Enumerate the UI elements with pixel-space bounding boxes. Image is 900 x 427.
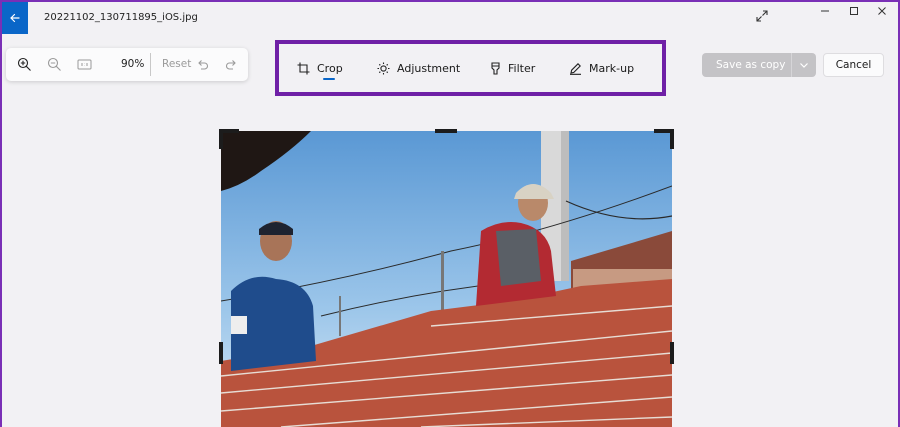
cancel-button[interactable]: Cancel [823, 53, 884, 77]
crop-handle-top-center[interactable] [435, 129, 457, 133]
zoom-toolbar: 90% Reset [6, 48, 248, 81]
crop-handle-top-left-v[interactable] [219, 129, 223, 149]
tab-selected-indicator [323, 78, 335, 80]
tab-filter-label: Filter [508, 61, 536, 75]
tab-crop-label: Crop [317, 61, 343, 75]
maximize-icon [850, 7, 858, 15]
zoom-in-button[interactable] [16, 56, 32, 72]
toolbar-divider [150, 53, 151, 76]
reset-button[interactable]: Reset [162, 58, 191, 70]
actual-size-icon [77, 59, 91, 69]
undo-button[interactable] [194, 56, 210, 72]
tab-markup-label: Mark-up [589, 61, 635, 75]
tab-adjustment[interactable]: Adjustment [377, 58, 460, 78]
tab-crop[interactable]: Crop [297, 58, 343, 78]
minimize-button[interactable] [816, 4, 834, 18]
fullscreen-button[interactable] [753, 9, 771, 23]
save-as-copy-label: Save as copy [716, 59, 786, 71]
pen-icon [570, 62, 581, 75]
crop-handle-middle-right[interactable] [670, 342, 674, 364]
zoom-level[interactable]: 90% [121, 58, 144, 70]
save-split-divider [791, 53, 792, 77]
filter-icon [491, 61, 500, 75]
save-as-copy-button[interactable]: Save as copy [702, 53, 816, 77]
brightness-icon [377, 62, 390, 74]
undo-icon [197, 59, 208, 70]
zoom-in-icon [17, 57, 31, 71]
back-button[interactable] [2, 2, 28, 34]
tab-filter[interactable]: Filter [490, 58, 535, 78]
close-icon [878, 7, 886, 15]
crop-icon [297, 62, 310, 74]
chevron-down-icon[interactable] [799, 60, 809, 70]
zoom-out-button[interactable] [46, 56, 62, 72]
crop-handle-middle-left[interactable] [219, 342, 223, 364]
maximize-button[interactable] [845, 4, 863, 18]
expand-icon [756, 10, 768, 22]
close-button[interactable] [873, 4, 891, 18]
redo-button[interactable] [223, 56, 239, 72]
photo-canvas[interactable] [221, 131, 672, 427]
crop-handle-top-right-v[interactable] [670, 129, 674, 149]
tab-adjustment-label: Adjustment [397, 61, 461, 75]
tab-markup[interactable]: Mark-up [569, 58, 634, 78]
actual-size-button[interactable] [76, 56, 92, 72]
window-title: 20221102_130711895_iOS.jpg [44, 12, 198, 23]
back-arrow-icon [10, 13, 20, 23]
zoom-out-icon [47, 57, 61, 71]
redo-icon [225, 59, 236, 70]
minimize-icon [821, 10, 829, 12]
photo-image [221, 131, 672, 427]
edit-tabs-highlight: Crop Adjustment Filter Mark-up [275, 40, 666, 96]
